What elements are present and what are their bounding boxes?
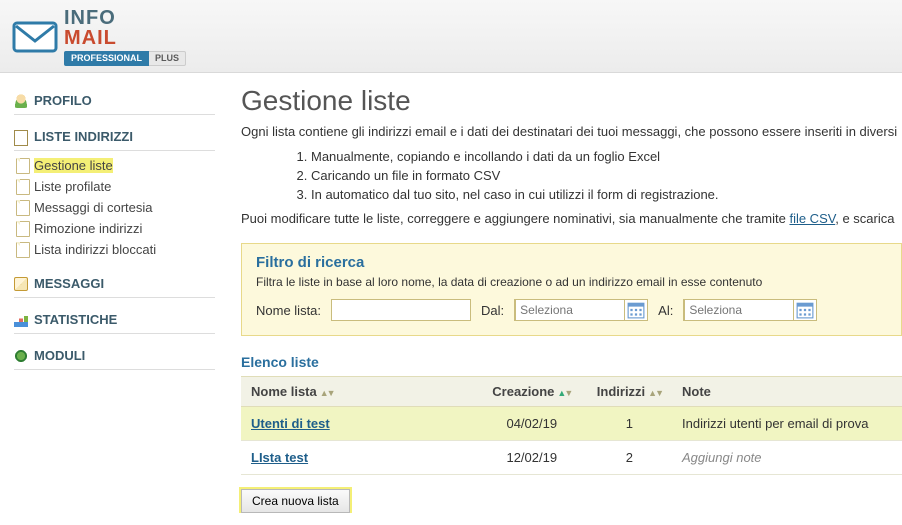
sidebar-item-messaggi[interactable]: MESSAGGI: [14, 270, 215, 298]
intro-step-1: Manualmente, copiando e incollando i dat…: [311, 148, 902, 167]
sidebar-sub-liste-profilate[interactable]: Liste profilate: [14, 176, 215, 197]
sidebar-item-statistiche[interactable]: STATISTICHE: [14, 306, 215, 334]
filter-title: Filtro di ricerca: [256, 254, 887, 271]
intro-step-2: Caricando un file in formato CSV: [311, 167, 902, 186]
table-row[interactable]: Utenti di test 04/02/19 1 Indirizzi uten…: [241, 407, 902, 441]
cell-note: Indirizzi utenti per email di prova: [672, 407, 902, 441]
intro-step-3: In automatico dal tuo sito, nel caso in …: [311, 186, 902, 205]
logo-text-info: INFO: [64, 8, 186, 28]
sidebar-item-profilo[interactable]: PROFILO: [14, 87, 215, 115]
user-icon: [14, 94, 28, 108]
filter-description: Filtra le liste in base al loro nome, la…: [256, 275, 887, 289]
cell-creazione: 04/02/19: [477, 407, 587, 441]
dal-date-input[interactable]: [515, 299, 625, 321]
table-row[interactable]: LIsta test 12/02/19 2 Aggiungi note: [241, 441, 902, 475]
module-icon: [14, 349, 28, 363]
cell-note[interactable]: Aggiungi note: [672, 441, 902, 475]
cell-creazione: 12/02/19: [477, 441, 587, 475]
intro-text: Ogni lista contiene gli indirizzi email …: [241, 123, 902, 229]
calendar-icon[interactable]: [627, 301, 645, 319]
cell-indirizzi: 2: [587, 441, 672, 475]
crea-nuova-lista-button[interactable]: Crea nuova lista: [241, 489, 350, 513]
dal-label: Dal:: [481, 303, 504, 318]
sort-icon: ▲▼: [320, 388, 334, 398]
main-content: Gestione liste Ogni lista contiene gli i…: [225, 73, 902, 513]
sidebar-sub-rimozione-indirizzi[interactable]: Rimozione indirizzi: [14, 218, 215, 239]
page-title: Gestione liste: [241, 85, 902, 117]
sidebar-label: LISTE INDIRIZZI: [34, 129, 133, 144]
col-indirizzi[interactable]: Indirizzi▲▼: [587, 377, 672, 407]
sidebar-sub-gestione-liste[interactable]: Gestione liste: [14, 155, 215, 176]
logo-text-mail: MAIL: [64, 28, 186, 48]
sidebar-sub-lista-bloccati[interactable]: Lista indirizzi bloccati: [14, 239, 215, 260]
col-creazione[interactable]: Creazione▲▼: [477, 377, 587, 407]
sidebar-label: PROFILO: [34, 93, 92, 108]
envelope-icon: [12, 19, 58, 55]
calendar-icon[interactable]: [796, 301, 814, 319]
liste-table: Nome lista▲▼ Creazione▲▼ Indirizzi▲▼ Not…: [241, 376, 902, 475]
col-nome-lista[interactable]: Nome lista▲▼: [241, 377, 477, 407]
app-header: INFO MAIL PROFESSIONAL PLUS: [0, 0, 902, 73]
cell-indirizzi: 1: [587, 407, 672, 441]
mail-icon: [14, 277, 28, 291]
dal-date-field[interactable]: [514, 299, 648, 321]
lista-link[interactable]: LIsta test: [251, 450, 308, 465]
lista-link[interactable]: Utenti di test: [251, 416, 330, 431]
nome-lista-label: Nome lista:: [256, 303, 321, 318]
col-note[interactable]: Note: [672, 377, 902, 407]
sort-icon: ▲▼: [648, 388, 662, 398]
sidebar-sub-messaggi-cortesia[interactable]: Messaggi di cortesia: [14, 197, 215, 218]
filter-panel: Filtro di ricerca Filtra le liste in bas…: [241, 243, 902, 336]
sidebar-label: MESSAGGI: [34, 276, 104, 291]
al-date-input[interactable]: [684, 299, 794, 321]
sidebar-item-moduli[interactable]: MODULI: [14, 342, 215, 370]
al-label: Al:: [658, 303, 673, 318]
sidebar: PROFILO LISTE INDIRIZZI Gestione liste L…: [0, 73, 225, 513]
al-date-field[interactable]: [683, 299, 817, 321]
file-csv-link[interactable]: file CSV: [789, 211, 835, 226]
sidebar-item-liste[interactable]: LISTE INDIRIZZI: [14, 123, 215, 151]
sidebar-label: MODULI: [34, 348, 85, 363]
badge-professional: PROFESSIONAL: [64, 51, 149, 66]
badge-plus: PLUS: [149, 51, 186, 66]
sort-icon: ▲▼: [557, 388, 571, 398]
sidebar-label: STATISTICHE: [34, 312, 117, 327]
bar-chart-icon: [14, 313, 28, 327]
nome-lista-input[interactable]: [331, 299, 471, 321]
sidebar-sublist-liste: Gestione liste Liste profilate Messaggi …: [14, 155, 215, 260]
logo: INFO MAIL PROFESSIONAL PLUS: [12, 8, 890, 66]
elenco-liste-heading: Elenco liste: [241, 354, 902, 370]
page-icon: [14, 130, 28, 144]
